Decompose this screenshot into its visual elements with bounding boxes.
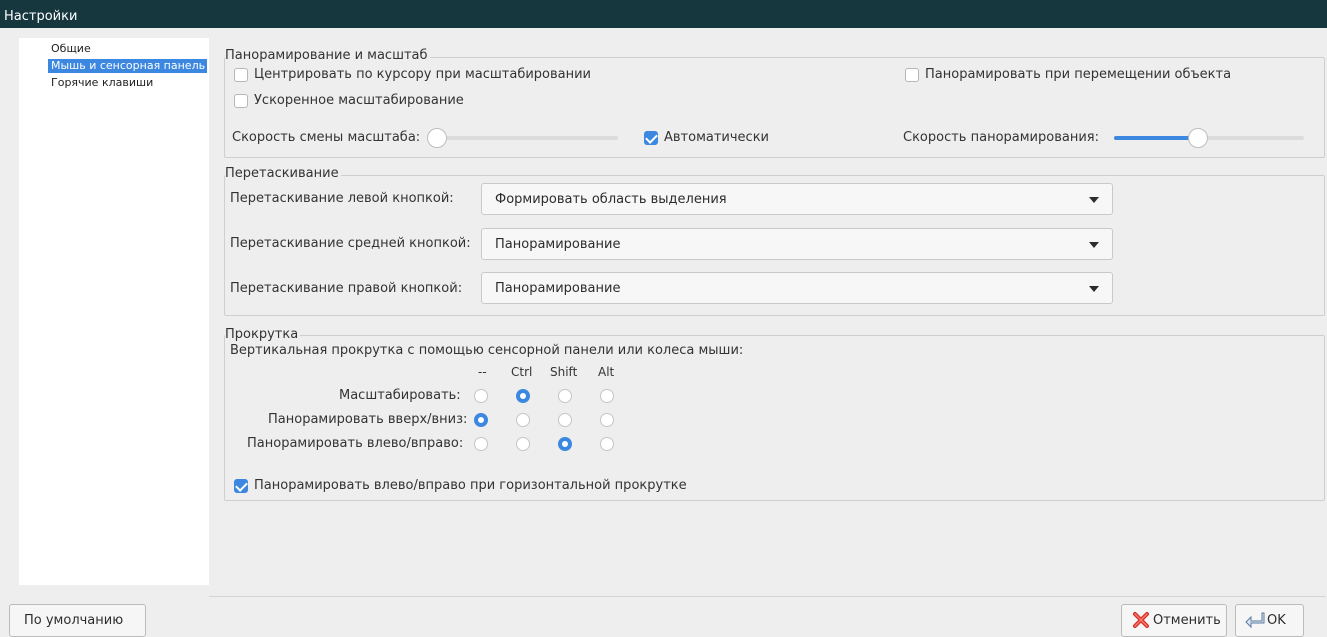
middle-drag-value: Панорамирование [495,237,621,252]
scroll-row-pan-horizontal-label: Панорамировать влево/вправо: [247,436,464,451]
right-drag-label: Перетаскивание правой кнопкой: [230,281,463,296]
pan-on-move-label: Панорамировать при перемещении объекта [925,67,1232,82]
left-drag-select[interactable]: Формировать область выделения [481,183,1113,215]
radio-pan-horizontal-ctrl[interactable] [516,437,530,451]
col-header-ctrl: Ctrl [511,365,533,379]
pan-on-move-checkbox[interactable] [905,68,919,82]
window-titlebar: Настройки [0,0,1327,28]
pan-speed-fill [1114,136,1198,140]
left-drag-label: Перетаскивание левой кнопкой: [230,191,454,206]
accelerated-zoom-checkbox[interactable] [234,94,248,108]
chevron-down-icon [1089,286,1099,292]
horizontal-scroll-pan-checkbox[interactable] [234,479,248,493]
radio-pan-vertical-none[interactable] [474,413,488,427]
radio-pan-vertical-shift[interactable] [558,413,572,427]
cancel-icon [1131,610,1151,635]
scroll-row-zoom-label: Масштабировать: [339,388,461,403]
ok-button-label: OK [1267,613,1286,628]
radio-pan-horizontal-shift[interactable] [558,437,572,451]
settings-nav: Общие Мышь и сенсорная панель Горячие кл… [19,38,209,585]
cancel-button-label: Отменить [1153,613,1221,628]
col-header-shift: Shift [550,365,578,379]
right-drag-select[interactable]: Панорамирование [481,272,1113,304]
left-drag-value: Формировать область выделения [495,192,727,207]
radio-pan-horizontal-none[interactable] [474,437,488,451]
zoom-speed-knob[interactable] [427,128,447,148]
window-title: Настройки [4,9,78,24]
radio-zoom-alt[interactable] [600,389,614,403]
radio-pan-horizontal-alt[interactable] [600,437,614,451]
scroll-row-pan-vertical-label: Панорамировать вверх/вниз: [268,412,468,427]
middle-drag-label: Перетаскивание средней кнопкой: [230,236,471,251]
middle-drag-select[interactable]: Панорамирование [481,228,1113,260]
pan-zoom-group-title: Панорамирование и масштаб [225,48,430,64]
center-on-cursor-checkbox[interactable] [234,68,248,82]
defaults-button[interactable]: По умолчанию [9,604,146,637]
cancel-button[interactable]: Отменить [1121,604,1227,637]
auto-zoom-checkbox[interactable] [644,131,658,145]
auto-zoom-label: Автоматически [664,130,770,145]
chevron-down-icon [1089,242,1099,248]
defaults-button-label: По умолчанию [24,613,124,628]
right-drag-value: Панорамирование [495,281,621,296]
bottom-separator [209,596,1326,597]
col-header-none: -- [478,365,487,379]
pan-speed-label: Скорость панорамирования: [903,130,1099,145]
radio-pan-vertical-alt[interactable] [600,413,614,427]
accelerated-zoom-label: Ускоренное масштабирование [254,93,464,108]
nav-item-hotkeys[interactable]: Горячие клавиши [48,76,207,90]
drag-group-title: Перетаскивание [225,166,341,182]
horizontal-scroll-pan-label: Панорамировать влево/вправо при горизонт… [254,478,687,493]
col-header-alt: Alt [598,365,615,379]
radio-zoom-shift[interactable] [558,389,572,403]
radio-zoom-none[interactable] [474,389,488,403]
nav-item-mouse-touchpad[interactable]: Мышь и сенсорная панель [48,59,207,73]
radio-zoom-ctrl[interactable] [516,389,530,403]
zoom-speed-track [430,136,618,140]
chevron-down-icon [1089,197,1099,203]
ok-button[interactable]: OK [1235,604,1304,637]
zoom-speed-label: Скорость смены масштаба: [232,130,421,145]
enter-arrow-icon [1244,610,1266,635]
center-on-cursor-label: Центрировать по курсору при масштабирова… [254,67,592,82]
radio-pan-vertical-ctrl[interactable] [516,413,530,427]
nav-item-general[interactable]: Общие [48,42,207,56]
scroll-subtitle: Вертикальная прокрутка с помощью сенсорн… [230,343,744,358]
scroll-group-title: Прокрутка [225,327,301,343]
pan-speed-knob[interactable] [1188,128,1208,148]
